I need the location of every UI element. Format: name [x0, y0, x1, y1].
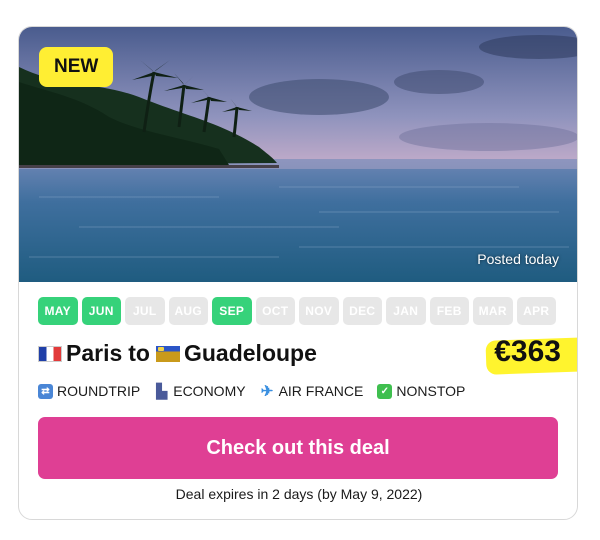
seat-icon: ▙	[156, 382, 168, 399]
month-pill-jul: JUL	[125, 297, 165, 325]
destination-photo: NEW Posted today	[19, 27, 577, 282]
month-pill-nov: NOV	[299, 297, 339, 325]
roundtrip-icon: ⇄	[38, 383, 53, 399]
month-pill-dec: DEC	[342, 297, 382, 325]
price-block: €363	[485, 335, 577, 375]
feature-label: AIR FRANCE	[278, 383, 364, 399]
checkmark-icon: ✓	[377, 383, 393, 399]
month-pill-jan: JAN	[386, 297, 426, 325]
deal-expiry-text: Deal expires in 2 days (by May 9, 2022)	[175, 486, 423, 502]
month-pill-apr: APR	[516, 297, 556, 325]
france-flag-icon	[38, 345, 62, 362]
check-out-deal-button[interactable]: Check out this deal	[38, 417, 558, 479]
feature-nonstop: ✓ NONSTOP	[377, 383, 465, 399]
travel-months: MAY JUN JUL AUG SEP OCT NOV DEC JAN FEB MAR APR	[38, 297, 556, 325]
month-pill-aug: AUG	[168, 297, 208, 325]
origin-city: Paris	[66, 340, 123, 366]
feature-airline: ✈ AIR FRANCE	[260, 383, 364, 400]
route-title: Paris to Guadeloupe	[38, 340, 317, 367]
feature-label: NONSTOP	[396, 383, 466, 399]
feature-label: ECONOMY	[173, 383, 246, 399]
feature-label: ROUNDTRIP	[57, 383, 141, 399]
guadeloupe-flag-icon	[155, 345, 180, 362]
feature-economy: ▙ ECONOMY	[154, 382, 246, 400]
month-pill-oct: OCT	[255, 297, 295, 325]
month-pill-mar: MAR	[473, 297, 513, 325]
feature-roundtrip: ⇄ ROUNDTRIP	[38, 383, 140, 399]
route-connector: to	[128, 340, 150, 366]
month-pill-sep: SEP	[212, 297, 252, 325]
posted-date-label: Posted today	[477, 251, 559, 267]
month-pill-may: MAY	[38, 297, 78, 325]
price-label: €363	[494, 335, 561, 368]
destination-city: Guadeloupe	[183, 340, 317, 366]
flight-features: ⇄ ROUNDTRIP ▙ ECONOMY ✈ AIR FRANCE ✓ NON…	[38, 382, 465, 400]
month-pill-feb: FEB	[429, 297, 469, 325]
month-pill-jun: JUN	[81, 297, 121, 325]
airplane-icon: ✈	[260, 383, 274, 400]
deal-card: NEW Posted today MAY JUN JUL AUG SEP OCT NOV DE…	[18, 26, 578, 520]
new-badge: NEW	[39, 47, 114, 87]
